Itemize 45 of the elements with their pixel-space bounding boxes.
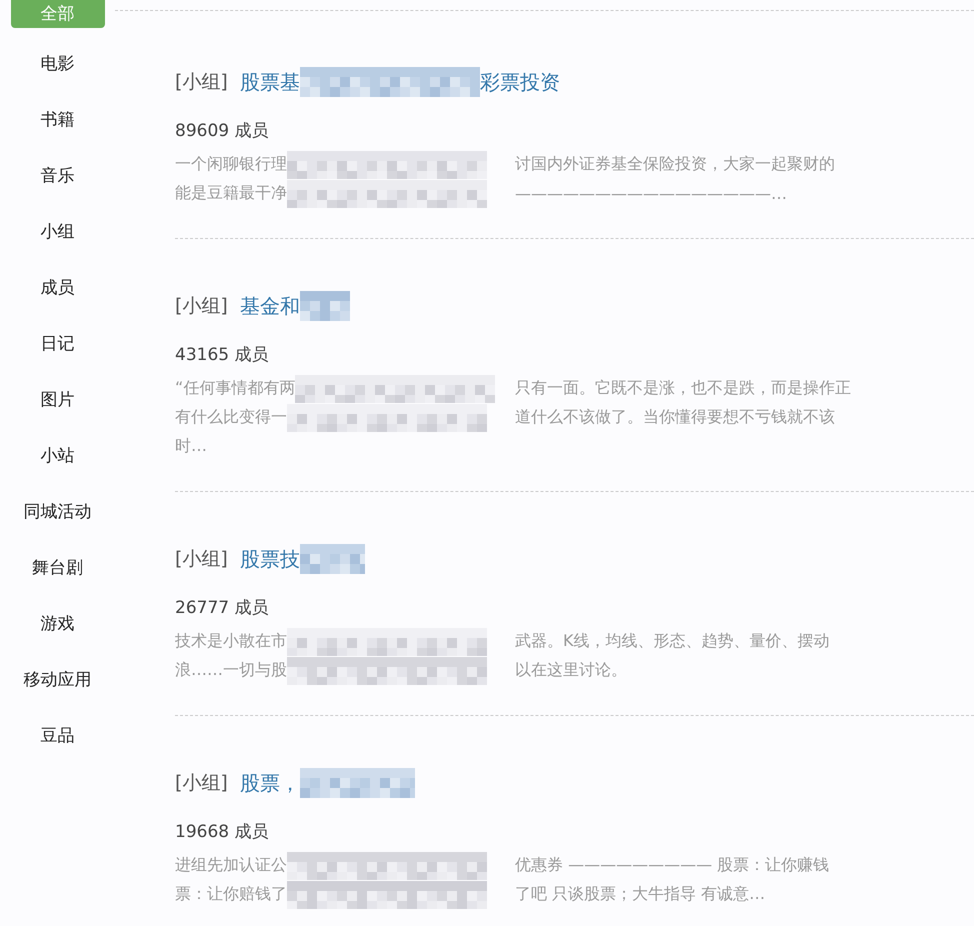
description-text: 浪……一切与股: [175, 660, 287, 681]
category-tag: [小组]: [175, 770, 228, 796]
sidebar-item[interactable]: 日记: [32, 326, 82, 362]
description-text: 道什么不该做了。当你懂得要想不亏钱就不该: [515, 407, 835, 428]
description-text: 进组先加认证公: [175, 855, 287, 876]
member-count: 26777 成员: [175, 597, 270, 619]
member-count: 43165 成员: [175, 344, 270, 366]
description-text: 了吧 只谈股票；大牛指导 有诚意…: [515, 884, 766, 905]
description-text: 技术是小散在市: [175, 631, 287, 652]
sidebar-item[interactable]: 小组: [32, 214, 82, 250]
description-text: 只有一面。它既不是涨，也不是跌，而是操作正: [515, 378, 851, 399]
description-text: “任何事情都有两: [175, 378, 296, 399]
sidebar-item[interactable]: 图片: [32, 382, 82, 418]
pixelated-redaction: [300, 544, 365, 574]
member-count: 19668 成员: [175, 821, 270, 843]
sidebar-item[interactable]: 书籍: [32, 102, 82, 138]
description-text: 票：让你赔钱了: [175, 884, 287, 905]
group-title-link[interactable]: 股票基: [240, 68, 300, 96]
description-text: 时…: [175, 436, 207, 457]
category-tag: [小组]: [175, 69, 228, 95]
sidebar-item[interactable]: 同城活动: [16, 494, 100, 530]
sidebar-item[interactable]: 成员: [32, 270, 82, 306]
sidebar-item[interactable]: 电影: [32, 46, 82, 82]
member-count: 89609 成员: [175, 120, 270, 142]
sidebar-item[interactable]: 音乐: [32, 158, 82, 194]
sidebar-item[interactable]: 移动应用: [16, 662, 100, 698]
description-text: 武器。K线，均线、形态、趋势、量价、摆动: [515, 631, 830, 652]
group-title-link[interactable]: 股票技: [240, 546, 300, 572]
pixelated-redaction: [300, 291, 350, 321]
description-text: 讨国内外证券基全保险投资，大家一起聚财的: [515, 154, 835, 175]
description-text: 以在这里讨论。: [515, 660, 627, 681]
sidebar-item[interactable]: 小站: [32, 438, 82, 474]
description-text: 有什么比变得一: [175, 407, 287, 428]
group-title-link[interactable]: 基金和: [240, 292, 300, 320]
description-text: 一个闲聊银行理: [175, 154, 287, 175]
sidebar-item[interactable]: 豆品: [32, 718, 82, 754]
description-text: 能是豆籍最干净: [175, 183, 287, 204]
sidebar-item[interactable]: 游戏: [32, 606, 82, 642]
description-text: ————————————————…: [515, 184, 787, 203]
sidebar-item[interactable]: 舞台剧: [24, 550, 91, 586]
category-tag: [小组]: [175, 546, 228, 572]
category-tag: [小组]: [175, 293, 228, 319]
description-text: 优惠券 ————————— 股票：让你赚钱: [515, 855, 830, 876]
group-title-link[interactable]: 彩票投资: [480, 68, 560, 96]
group-title-link[interactable]: 股票，: [240, 770, 300, 796]
